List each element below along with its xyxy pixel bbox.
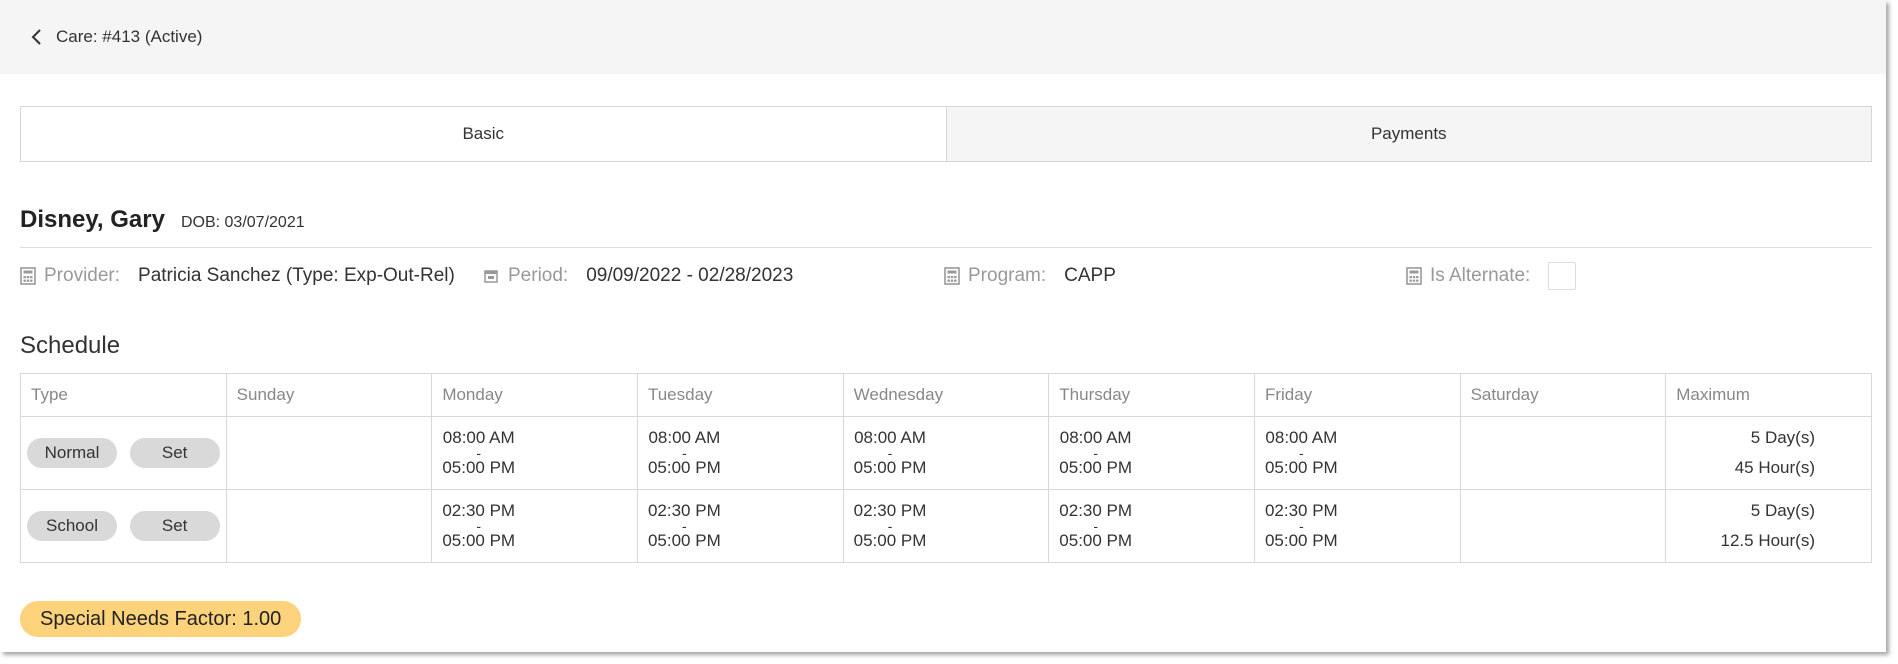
table-row: School Set 02:30 PM -05:00 PM 02:30 PM -05… [20, 489, 1872, 563]
time-separator: - [1093, 518, 1098, 534]
schedule-type-pill[interactable]: Normal [27, 438, 117, 468]
tab-bar: Basic Payments [20, 106, 1872, 162]
monday-cell: 08:00 AM -05:00 PM [431, 416, 638, 490]
child-header: Disney, Gary DOB: 03/07/2021 [20, 206, 305, 234]
col-tuesday: Tuesday [636, 373, 844, 417]
wednesday-cell: 08:00 AM -05:00 PM [842, 416, 1050, 490]
col-thursday: Thursday [1048, 373, 1255, 417]
end-time: 05:00 PM [442, 458, 516, 477]
top-bar: Care: #413 (Active) [0, 0, 1886, 74]
end-time: 05:00 PM [1059, 458, 1133, 477]
saturday-cell [1459, 416, 1667, 490]
table-row: Normal Set 08:00 AM -05:00 PM 08:00 AM -05… [20, 416, 1872, 490]
is-alternate-label: Is Alternate: [1430, 265, 1531, 286]
time-separator: - [887, 445, 893, 461]
provider-field: Provider: Patricia Sanchez (Type: Exp-Ou… [20, 262, 455, 290]
table-header-row: Type Sunday Monday Tuesday Wednesday Thu… [20, 373, 1872, 417]
divider [20, 247, 1872, 248]
set-button[interactable]: Set [129, 511, 220, 541]
sunday-cell [225, 416, 433, 490]
col-type: Type [20, 373, 227, 417]
maximum-cell: 5 Day(s) 12.5 Hour(s) [1665, 489, 1872, 563]
time-separator: - [682, 445, 687, 461]
calculator-icon [1406, 266, 1424, 286]
friday-cell: 02:30 PM -05:00 PM [1253, 489, 1461, 563]
tuesday-cell: 02:30 PM -05:00 PM [636, 489, 844, 563]
end-time: 05:00 PM [1264, 458, 1338, 477]
col-monday: Monday [431, 373, 638, 417]
tab-basic[interactable]: Basic [21, 107, 946, 161]
end-time: 05:00 PM [647, 531, 721, 550]
time-separator: - [476, 518, 482, 534]
max-hours: 12.5 Hour(s) [1720, 531, 1815, 550]
time-separator: - [476, 445, 482, 461]
calculator-icon [20, 266, 38, 286]
wednesday-cell: 02:30 PM -05:00 PM [842, 489, 1050, 563]
thursday-cell: 02:30 PM -05:00 PM [1048, 489, 1255, 563]
calculator-icon [944, 266, 962, 286]
col-friday: Friday [1253, 373, 1461, 417]
program-value: CAPP [1064, 265, 1116, 286]
end-time: 05:00 PM [647, 458, 721, 477]
col-saturday: Saturday [1459, 373, 1667, 417]
end-time: 05:00 PM [1059, 531, 1133, 550]
care-title: Care: #413 (Active) [56, 27, 203, 46]
thursday-cell: 08:00 AM -05:00 PM [1048, 416, 1255, 490]
program-label: Program: [968, 265, 1047, 286]
calendar-icon [484, 266, 502, 286]
saturday-cell [1459, 489, 1667, 563]
time-separator: - [1298, 518, 1304, 534]
col-sunday: Sunday [225, 373, 433, 417]
monday-cell: 02:30 PM -05:00 PM [431, 489, 638, 563]
time-separator: - [887, 518, 893, 534]
program-field: Program: CAPP [944, 262, 1116, 290]
friday-cell: 08:00 AM -05:00 PM [1253, 416, 1461, 490]
end-time: 05:00 PM [853, 458, 927, 477]
provider-label: Provider: [44, 265, 121, 286]
max-days: 5 Day(s) [1750, 501, 1815, 520]
tab-payments[interactable]: Payments [945, 107, 1871, 161]
child-dob: DOB: 03/07/2021 [180, 214, 305, 231]
set-button[interactable]: Set [129, 438, 220, 468]
time-separator: - [1298, 445, 1304, 461]
col-wednesday: Wednesday [842, 373, 1050, 417]
period-label: Period: [508, 265, 569, 286]
col-maximum: Maximum [1665, 373, 1872, 417]
type-cell: Normal Set [20, 416, 227, 490]
child-name: Disney, Gary [20, 206, 165, 233]
is-alternate-field: Is Alternate: [1406, 262, 1577, 290]
period-field: Period: 09/09/2022 - 02/28/2023 [484, 262, 793, 290]
tuesday-cell: 08:00 AM -05:00 PM [636, 416, 844, 490]
max-days: 5 Day(s) [1750, 428, 1815, 447]
period-value: 09/09/2022 - 02/28/2023 [586, 265, 794, 286]
sunday-cell [225, 489, 433, 563]
end-time: 05:00 PM [442, 531, 516, 550]
end-time: 05:00 PM [1264, 531, 1338, 550]
max-hours: 45 Hour(s) [1734, 458, 1815, 477]
time-separator: - [1093, 445, 1098, 461]
back-button[interactable]: Care: #413 (Active) [30, 22, 202, 52]
chevron-left-icon [30, 26, 44, 48]
maximum-cell: 5 Day(s) 45 Hour(s) [1665, 416, 1872, 490]
time-separator: - [682, 518, 687, 534]
app-window: Care: #413 (Active) Basic Payments Disne… [0, 0, 1886, 652]
end-time: 05:00 PM [853, 531, 927, 550]
schedule-table: Type Sunday Monday Tuesday Wednesday Thu… [20, 373, 1872, 563]
schedule-type-pill[interactable]: School [27, 511, 117, 541]
schedule-title: Schedule [20, 332, 121, 359]
type-cell: School Set [20, 489, 227, 563]
is-alternate-checkbox[interactable] [1548, 262, 1577, 290]
provider-value: Patricia Sanchez (Type: Exp-Out-Rel) [138, 265, 455, 286]
special-needs-factor-badge: Special Needs Factor: 1.00 [20, 601, 302, 637]
